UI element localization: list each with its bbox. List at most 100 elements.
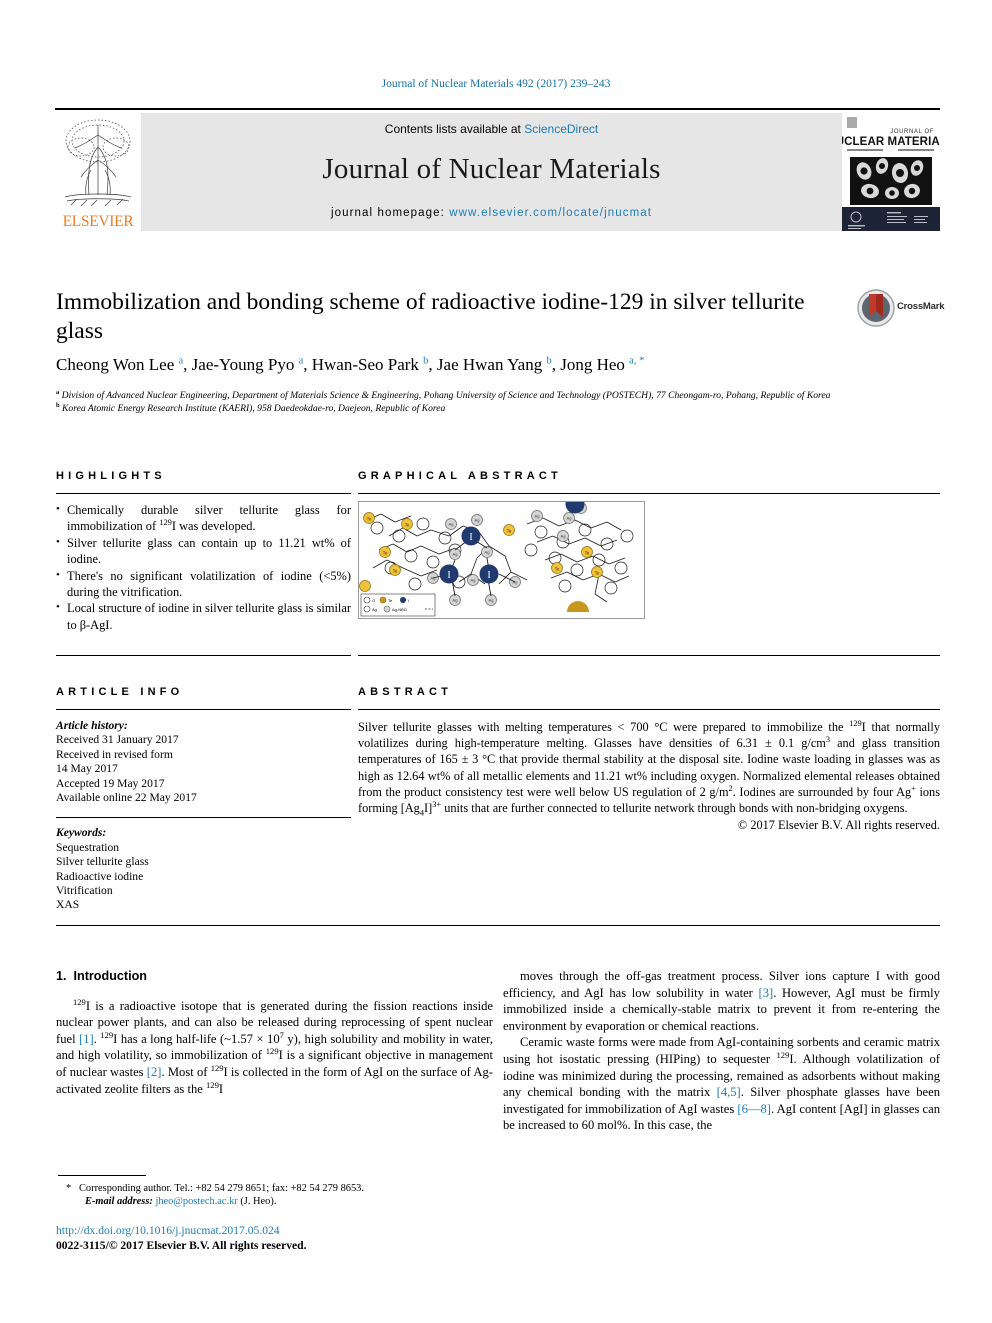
crossmark-badge[interactable]: CrossMark [857, 289, 945, 329]
section-title: Introduction [73, 969, 147, 983]
abstract-rule-top [358, 709, 940, 710]
journal-cover-thumbnail: JOURNAL OF NUCLEAR MATERIALS [842, 113, 940, 231]
affiliation-a: a Division of Advanced Nuclear Engineeri… [56, 388, 831, 401]
svg-text:I: I [447, 570, 450, 581]
highlights-list: Chemically durable silver tellurite glas… [56, 501, 351, 633]
highlights-heading: HIGHLIGHTS [56, 470, 166, 482]
highlight-item: There's no significant volatilization of… [56, 567, 351, 601]
abstract-section: ABSTRACT Silver tellurite glasses with m… [358, 686, 940, 833]
history-line: 14 May 2017 [56, 762, 118, 776]
article-history-label: Article history: [56, 719, 128, 732]
abstract-copyright: © 2017 Elsevier B.V. All rights reserved… [737, 818, 940, 833]
svg-text:Te: Te [507, 529, 512, 534]
sciencedirect-link[interactable]: ScienceDirect [524, 122, 598, 136]
graphical-abstract-heading: GRAPHICAL ABSTRACT [358, 470, 562, 482]
footnote-star: * [66, 1183, 72, 1194]
author-list: Cheong Won Lee a, Jae-Young Pyo a, Hwan-… [56, 355, 645, 374]
highlight-item: Silver tellurite glass can contain up to… [56, 534, 351, 568]
svg-text:Te: Te [585, 551, 590, 556]
history-line: Received in revised form [56, 747, 173, 761]
graphical-abstract-rule-top [358, 493, 940, 494]
svg-text:Ag: Ag [449, 522, 454, 527]
running-head: Journal of Nuclear Materials 492 (2017) … [381, 78, 611, 90]
history-line: Received 31 January 2017 [56, 733, 179, 747]
elsevier-logo: ELSEVIER [55, 113, 141, 231]
svg-text:Te: Te [367, 517, 372, 522]
svg-text:Te: Te [595, 571, 600, 576]
svg-text:Te: Te [383, 551, 388, 556]
keyword: Sequestration [56, 840, 120, 854]
svg-text:Ag: Ag [372, 607, 377, 612]
contents-available-line: Contents lists available at ScienceDirec… [141, 122, 842, 136]
abstract-body: Silver tellurite glasses with melting te… [358, 718, 940, 818]
paragraph: moves through the off-gas treatment proc… [503, 969, 940, 1033]
graphical-abstract-figure: Te Te Te Te Te Te Te Te Ag Ag Ag Ag Ag A… [358, 501, 645, 619]
article-info-rule-top [56, 709, 351, 710]
keyword: Vitrification [56, 884, 113, 898]
svg-text:Ag: Ag [567, 516, 572, 521]
graphical-abstract-section: GRAPHICAL ABSTRACT Te Te Te Te Te Te Te … [358, 470, 940, 619]
body-column-left: 1. Introduction 129I is a radioactive is… [56, 968, 493, 1097]
svg-text:Ag: Ag [535, 514, 540, 519]
issn-copyright-line: 0022-3115/© 2017 Elsevier B.V. All right… [56, 1239, 307, 1252]
email-link[interactable]: jheo@postech.ac.kr [155, 1196, 237, 1207]
highlights-rule-bottom [56, 655, 351, 656]
svg-text:Ag: Ag [431, 576, 436, 581]
section-heading-introduction: 1. Introduction [56, 968, 493, 985]
crossmark-icon [857, 289, 895, 327]
svg-text:NUCLEAR MATERIALS: NUCLEAR MATERIALS [842, 136, 940, 148]
journal-homepage-line: journal homepage: www.elsevier.com/locat… [141, 207, 842, 219]
svg-text:Ag: Ag [561, 534, 566, 539]
svg-text:Te: Te [405, 523, 410, 528]
affiliation-b: b Korea Atomic Energy Research Institute… [56, 401, 446, 414]
svg-text:Ag: Ag [475, 518, 480, 523]
highlights-rule-bottom-wrap [56, 655, 351, 656]
sciencedirect-label: ScienceDirect [524, 122, 599, 136]
contents-prefix: Contents lists available at [384, 122, 525, 136]
elsevier-tree-icon [64, 119, 132, 207]
doi-link[interactable]: http://dx.doi.org/10.1016/j.jnucmat.2017… [56, 1223, 307, 1238]
highlights-rule-top [56, 493, 351, 494]
journal-homepage-link[interactable]: www.elsevier.com/locate/jnucmat [449, 207, 652, 219]
masthead-center: Contents lists available at ScienceDirec… [141, 113, 842, 231]
svg-text:Ag: Ag [453, 552, 458, 557]
section-number: 1. [56, 969, 67, 983]
history-line: Available online 22 May 2017 [56, 791, 197, 805]
svg-text:Ag: Ag [489, 598, 494, 603]
email-owner: (J. Heo). [240, 1196, 277, 1208]
journal-title: Journal of Nuclear Materials [322, 153, 661, 185]
svg-text:Ag: Ag [453, 598, 458, 603]
highlights-section: HIGHLIGHTS Chemically durable silver tel… [56, 470, 351, 633]
svg-text:Ag: Ag [485, 550, 490, 555]
elsevier-wordmark: ELSEVIER [62, 213, 134, 230]
body-column-right: moves through the off-gas treatment proc… [503, 968, 940, 1134]
history-line: Accepted 19 May 2017 [56, 776, 165, 790]
article-title: Immobilization and bonding scheme of rad… [56, 289, 805, 344]
highlight-item: Local structure of iodine in silver tell… [56, 599, 351, 633]
keywords-label: Keywords: [56, 826, 107, 840]
journal-masthead: ELSEVIER Contents lists available at Sci… [55, 108, 940, 232]
svg-text:I: I [469, 532, 472, 543]
article-info-rule-mid [56, 817, 351, 819]
diagram-legend: O Te I Ag Ag-NBO [360, 593, 436, 617]
doi-footer: http://dx.doi.org/10.1016/j.jnucmat.2017… [56, 1223, 307, 1253]
graphical-abstract-rule-bottom [358, 655, 940, 656]
abstract-heading: ABSTRACT [358, 686, 453, 698]
graphical-abstract-rule-bottom-wrap [358, 655, 940, 656]
article-history: Article history: Received 31 January 201… [56, 719, 351, 805]
crossmark-label: CrossMark [897, 301, 945, 312]
svg-text:Ag: Ag [513, 580, 518, 585]
affiliation-b-text: Korea Atomic Energy Research Institute (… [62, 402, 446, 414]
glass-network-diagram: Te Te Te Te Te Te Te Te AgAg Ag Ag Ag Ag… [359, 502, 644, 618]
article-info-heading: ARTICLE INFO [56, 686, 184, 698]
keyword: XAS [56, 898, 80, 912]
svg-text:Te: Te [393, 569, 398, 574]
highlight-item: Chemically durable silver tellurite glas… [56, 501, 351, 535]
keyword: Silver tellurite glass [56, 855, 149, 869]
cover-art: JOURNAL OF NUCLEAR MATERIALS [842, 113, 940, 231]
article-info-section: ARTICLE INFO Article history: Received 3… [56, 686, 351, 913]
svg-text:Ag-NBO: Ag-NBO [392, 607, 407, 612]
corresponding-author-footnote: * Corresponding author. Tel.: +82 54 279… [58, 1182, 488, 1209]
svg-text:O: O [372, 598, 375, 603]
keyword: Radioactive iodine [56, 869, 144, 883]
